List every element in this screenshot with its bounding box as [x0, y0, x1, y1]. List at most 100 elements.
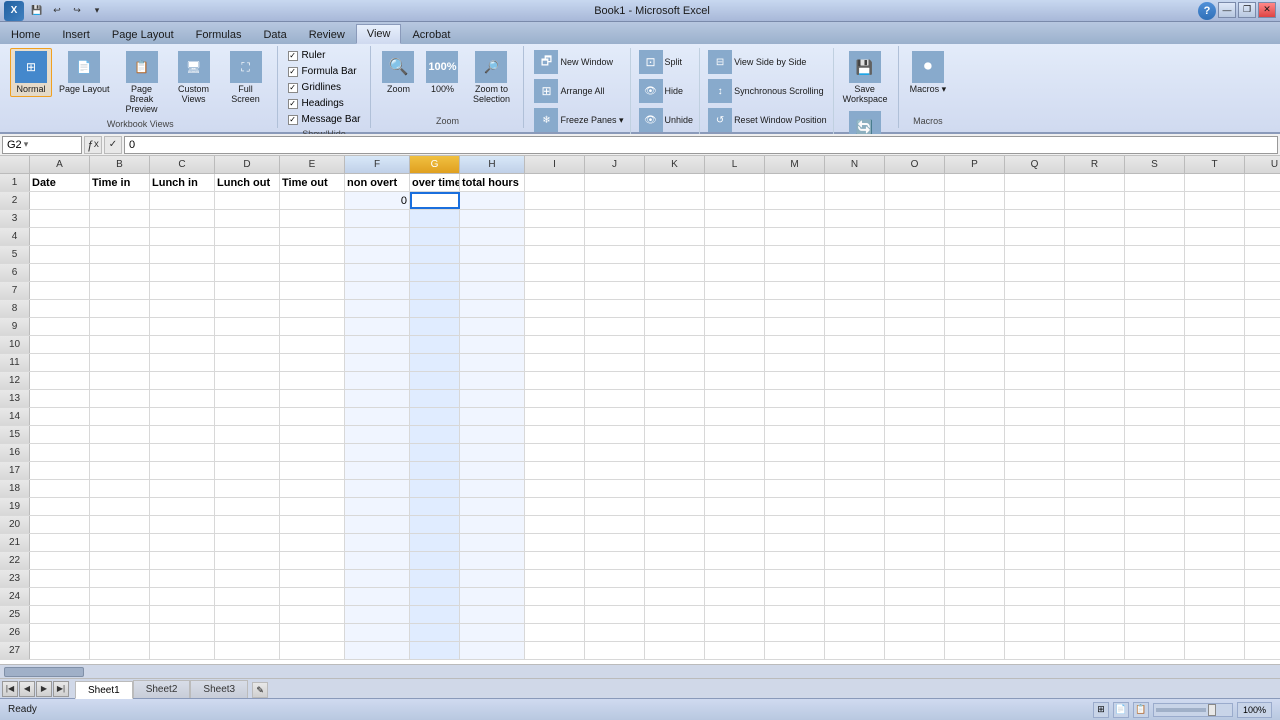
- cell-K23[interactable]: [645, 570, 705, 587]
- headings-checkbox[interactable]: ✓: [288, 99, 298, 109]
- col-header-s[interactable]: S: [1125, 156, 1185, 173]
- cell-I13[interactable]: [525, 390, 585, 407]
- cell-G27[interactable]: [410, 642, 460, 659]
- cell-B23[interactable]: [90, 570, 150, 587]
- cell-I22[interactable]: [525, 552, 585, 569]
- zoom-percent-status[interactable]: 100%: [1237, 702, 1272, 718]
- cell-S13[interactable]: [1125, 390, 1185, 407]
- row-number-19[interactable]: 19: [0, 498, 30, 515]
- ruler-checkbox[interactable]: ✓: [288, 51, 298, 61]
- cell-U27[interactable]: [1245, 642, 1280, 659]
- view-side-by-side-button[interactable]: ⊟ View Side by Side: [704, 48, 831, 76]
- cell-T9[interactable]: [1185, 318, 1245, 335]
- cell-B8[interactable]: [90, 300, 150, 317]
- cell-C27[interactable]: [150, 642, 215, 659]
- col-header-j[interactable]: J: [585, 156, 645, 173]
- cell-U9[interactable]: [1245, 318, 1280, 335]
- cell-H13[interactable]: [460, 390, 525, 407]
- cell-M22[interactable]: [765, 552, 825, 569]
- col-header-p[interactable]: P: [945, 156, 1005, 173]
- cell-P18[interactable]: [945, 480, 1005, 497]
- cell-T6[interactable]: [1185, 264, 1245, 281]
- cell-H7[interactable]: [460, 282, 525, 299]
- cell-R16[interactable]: [1065, 444, 1125, 461]
- qat-dropdown-button[interactable]: ▾: [88, 3, 106, 19]
- cell-F23[interactable]: [345, 570, 410, 587]
- cell-O7[interactable]: [885, 282, 945, 299]
- new-window-button[interactable]: 🗗 New Window: [530, 48, 627, 76]
- cell-D24[interactable]: [215, 588, 280, 605]
- cell-T24[interactable]: [1185, 588, 1245, 605]
- cell-D3[interactable]: [215, 210, 280, 227]
- custom-views-button[interactable]: 🖥 Custom Views: [169, 48, 219, 107]
- cell-C19[interactable]: [150, 498, 215, 515]
- cell-G3[interactable]: [410, 210, 460, 227]
- cell-A8[interactable]: [30, 300, 90, 317]
- cell-J10[interactable]: [585, 336, 645, 353]
- cell-G12[interactable]: [410, 372, 460, 389]
- cell-A16[interactable]: [30, 444, 90, 461]
- cell-E25[interactable]: [280, 606, 345, 623]
- cell-C11[interactable]: [150, 354, 215, 371]
- cell-T26[interactable]: [1185, 624, 1245, 641]
- cell-J17[interactable]: [585, 462, 645, 479]
- cell-D10[interactable]: [215, 336, 280, 353]
- cell-R9[interactable]: [1065, 318, 1125, 335]
- cell-N27[interactable]: [825, 642, 885, 659]
- cell-I10[interactable]: [525, 336, 585, 353]
- gridlines-checkbox-btn[interactable]: ✓ Gridlines: [284, 80, 365, 95]
- cell-N19[interactable]: [825, 498, 885, 515]
- cell-J7[interactable]: [585, 282, 645, 299]
- cell-U14[interactable]: [1245, 408, 1280, 425]
- cell-C17[interactable]: [150, 462, 215, 479]
- cell-L18[interactable]: [705, 480, 765, 497]
- cell-S14[interactable]: [1125, 408, 1185, 425]
- cell-H14[interactable]: [460, 408, 525, 425]
- cell-O8[interactable]: [885, 300, 945, 317]
- cell-M8[interactable]: [765, 300, 825, 317]
- col-header-i[interactable]: I: [525, 156, 585, 173]
- cell-H22[interactable]: [460, 552, 525, 569]
- cell-G2[interactable]: [410, 192, 460, 209]
- cell-Q12[interactable]: [1005, 372, 1065, 389]
- cell-I8[interactable]: [525, 300, 585, 317]
- tab-data[interactable]: Data: [252, 24, 297, 44]
- sheet-tab-sheet3[interactable]: Sheet3: [190, 680, 248, 698]
- cell-B6[interactable]: [90, 264, 150, 281]
- cell-C10[interactable]: [150, 336, 215, 353]
- cell-U1[interactable]: [1245, 174, 1280, 191]
- restore-button[interactable]: ❐: [1238, 2, 1256, 18]
- cell-N9[interactable]: [825, 318, 885, 335]
- cell-T17[interactable]: [1185, 462, 1245, 479]
- save-workspace-button[interactable]: 💾 Save Workspace: [838, 48, 892, 107]
- cell-H9[interactable]: [460, 318, 525, 335]
- split-button[interactable]: ⊡ Split: [635, 48, 698, 76]
- cell-R26[interactable]: [1065, 624, 1125, 641]
- cell-K27[interactable]: [645, 642, 705, 659]
- cell-G10[interactable]: [410, 336, 460, 353]
- cell-T8[interactable]: [1185, 300, 1245, 317]
- cell-U12[interactable]: [1245, 372, 1280, 389]
- cell-O3[interactable]: [885, 210, 945, 227]
- cell-N18[interactable]: [825, 480, 885, 497]
- cell-S18[interactable]: [1125, 480, 1185, 497]
- cell-U18[interactable]: [1245, 480, 1280, 497]
- cell-F16[interactable]: [345, 444, 410, 461]
- cell-E18[interactable]: [280, 480, 345, 497]
- cell-L23[interactable]: [705, 570, 765, 587]
- cell-P27[interactable]: [945, 642, 1005, 659]
- cell-E8[interactable]: [280, 300, 345, 317]
- cell-H21[interactable]: [460, 534, 525, 551]
- cell-E21[interactable]: [280, 534, 345, 551]
- cell-T27[interactable]: [1185, 642, 1245, 659]
- row-number-18[interactable]: 18: [0, 480, 30, 497]
- cell-M18[interactable]: [765, 480, 825, 497]
- cell-S7[interactable]: [1125, 282, 1185, 299]
- cell-E23[interactable]: [280, 570, 345, 587]
- cell-C5[interactable]: [150, 246, 215, 263]
- cell-T25[interactable]: [1185, 606, 1245, 623]
- cell-M7[interactable]: [765, 282, 825, 299]
- cell-U22[interactable]: [1245, 552, 1280, 569]
- cell-T2[interactable]: [1185, 192, 1245, 209]
- cell-E27[interactable]: [280, 642, 345, 659]
